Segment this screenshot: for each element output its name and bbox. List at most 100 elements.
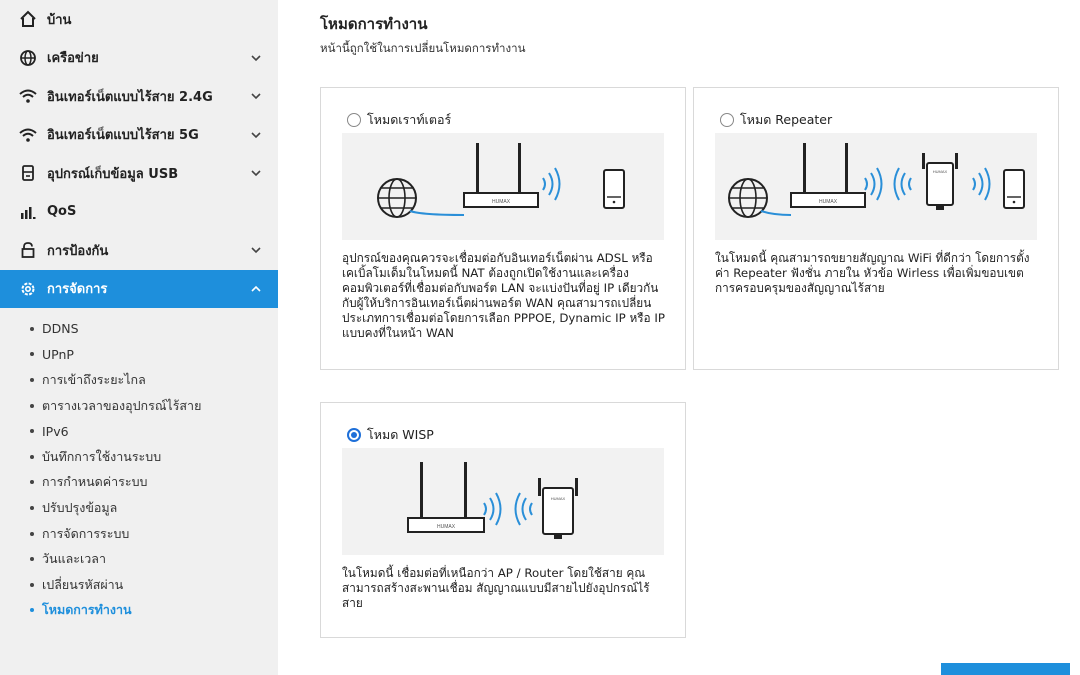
sidebar-item-usb-storage[interactable]: อุปกรณ์เก็บข้อมูล USB [0, 154, 278, 193]
router-brand: HUMAX [819, 199, 838, 205]
submenu-item-system-log[interactable]: บันทึกการใช้งานระบบ [0, 444, 278, 470]
radio-label: โหมด WISP [367, 427, 434, 442]
management-submenu: DDNS UPnP การเข้าถึงระยะไกล ตารางเวลาของ… [0, 308, 278, 640]
apply-button[interactable] [941, 663, 1070, 675]
radio-label: โหมด Repeater [740, 112, 833, 127]
submenu-label: โหมดการทำงาน [42, 602, 132, 618]
radio-router-mode[interactable]: โหมดเราท์เตอร์ [347, 110, 451, 130]
bullet [30, 480, 34, 485]
usb-storage-icon [18, 163, 38, 183]
bullet [30, 582, 34, 587]
router-icon: HUMAX [407, 462, 485, 533]
submenu-item-system-management[interactable]: การจัดการระบบ [0, 521, 278, 547]
bullet [30, 608, 34, 613]
bullet [30, 531, 34, 536]
submenu-label: การเข้าถึงระยะไกล [42, 371, 146, 387]
submenu-label: เปลี่ยนรหัสผ่าน [42, 576, 124, 592]
sidebar-item-label: การจัดการ [47, 282, 108, 298]
mode-description: ในโหมดนี้ เชื่อมต่อที่เหนือกว่า AP / Rou… [342, 566, 650, 610]
mode-card-router[interactable]: โหมดเราท์เตอร์ HUMAX อุปกรณ์ของคุณควรจะเ… [320, 87, 686, 370]
sidebar-item-label: อุปกรณ์เก็บข้อมูล USB [47, 166, 179, 182]
submenu-label: บันทึกการใช้งานระบบ [42, 448, 162, 464]
submenu-label: การจัดการระบบ [42, 525, 130, 541]
bullet [30, 352, 34, 357]
submenu-label: วันและเวลา [42, 551, 106, 567]
submenu-item-wireless-schedule[interactable]: ตารางเวลาของอุปกรณ์ไร้สาย [0, 393, 278, 419]
wifi-icon [18, 86, 38, 106]
bullet [30, 557, 34, 562]
repeater-icon: HUMAX [922, 153, 958, 210]
radio-repeater-mode[interactable]: โหมด Repeater [720, 110, 832, 130]
mode-card-wisp[interactable]: โหมด WISP HUMAX HUMAX ในโหมดนี้ เชื่อมต่… [320, 402, 686, 638]
router-brand: HUMAX [437, 524, 456, 530]
repeater-brand: HUMAX [551, 496, 566, 501]
chevron-down-icon [251, 247, 261, 254]
submenu-item-date-time[interactable]: วันและเวลา [0, 546, 278, 572]
device-icon [603, 169, 625, 209]
sidebar-item-wireless-24g[interactable]: อินเทอร์เน็ตแบบไร้สาย 2.4G [0, 77, 278, 116]
sidebar-item-network[interactable]: เครือข่าย [0, 39, 278, 78]
bullet [30, 454, 34, 459]
sidebar-item-qos[interactable]: QoS [0, 193, 278, 232]
submenu-item-ipv6[interactable]: IPv6 [0, 418, 278, 444]
sidebar-item-label: การป้องกัน [47, 243, 109, 259]
signal-waves-icon [483, 492, 502, 526]
submenu-item-remote-access[interactable]: การเข้าถึงระยะไกล [0, 367, 278, 393]
sidebar-item-label: QoS [47, 204, 77, 220]
page-title: โหมดการทำงาน [320, 15, 428, 33]
mode-card-repeater[interactable]: โหมด Repeater HUMAX HUMAX ในโหมดนี้ คุณส… [693, 87, 1059, 370]
main-content: โหมดการทำงาน หน้านี้ถูกใช้ในการเปลี่ยนโห… [278, 0, 1080, 675]
sidebar-item-label: อินเทอร์เน็ตแบบไร้สาย 2.4G [47, 89, 213, 105]
router-icon: HUMAX [790, 143, 866, 208]
chevron-down-icon [251, 170, 261, 177]
signal-waves-icon [972, 167, 991, 201]
repeater-mode-illustration: HUMAX HUMAX [715, 133, 1037, 240]
submenu-label: ปรับปรุงข้อมูล [42, 499, 118, 515]
submenu-label: DDNS [42, 321, 79, 337]
signal-waves-icon [864, 167, 883, 201]
chevron-up-icon [251, 285, 261, 292]
submenu-item-system-config[interactable]: การกำหนดค่าระบบ [0, 470, 278, 496]
radio-button[interactable] [347, 113, 361, 127]
gear-icon [18, 279, 38, 299]
home-icon [18, 9, 38, 29]
router-mode-illustration: HUMAX [342, 133, 664, 240]
globe-icon [18, 48, 38, 68]
wifi-icon [18, 125, 38, 145]
submenu-item-operation-mode[interactable]: โหมดการทำงาน [0, 598, 278, 624]
sidebar-item-label: อินเทอร์เน็ตแบบไร้สาย 5G [47, 128, 199, 144]
router-brand: HUMAX [492, 199, 511, 205]
submenu-item-update[interactable]: ปรับปรุงข้อมูล [0, 495, 278, 521]
sidebar-item-management[interactable]: การจัดการ [0, 269, 278, 308]
submenu-item-change-password[interactable]: เปลี่ยนรหัสผ่าน [0, 572, 278, 598]
device-icon [1003, 169, 1025, 209]
signal-waves-icon [542, 167, 561, 201]
sidebar-item-wireless-5g[interactable]: อินเทอร์เน็ตแบบไร้สาย 5G [0, 116, 278, 155]
mode-description: ในโหมดนี้ คุณสามารถขยายสัญญาณ WiFi ที่ดี… [715, 251, 1030, 295]
sidebar-item-home[interactable]: บ้าน [0, 0, 278, 39]
bullet [30, 505, 34, 510]
bullet [30, 429, 34, 434]
sidebar: บ้าน เครือข่าย อินเทอร์เน็ตแบบไร้สาย 2.4… [0, 0, 278, 675]
bullet [30, 377, 34, 382]
page-description: หน้านี้ถูกใช้ในการเปลี่ยนโหมดการทำงาน [320, 41, 526, 55]
submenu-item-ddns[interactable]: DDNS [0, 316, 278, 342]
radio-wisp-mode[interactable]: โหมด WISP [347, 425, 434, 445]
sidebar-item-label: เครือข่าย [47, 51, 99, 67]
bullet [30, 403, 34, 408]
submenu-label: UPnP [42, 346, 74, 362]
submenu-label: ตารางเวลาของอุปกรณ์ไร้สาย [42, 397, 202, 413]
wisp-mode-illustration: HUMAX HUMAX [342, 448, 664, 555]
chevron-down-icon [251, 132, 261, 138]
mode-description: อุปกรณ์ของคุณควรจะเชื่อมต่อกับอินเทอร์เน… [342, 251, 665, 340]
lock-icon [18, 240, 38, 260]
repeater-brand: HUMAX [933, 169, 948, 174]
signal-waves-icon [514, 492, 533, 526]
radio-button[interactable] [347, 428, 361, 442]
sidebar-item-label: บ้าน [47, 12, 72, 28]
submenu-item-upnp[interactable]: UPnP [0, 342, 278, 368]
qos-bars-icon [18, 202, 38, 222]
radio-button[interactable] [720, 113, 734, 127]
repeater-icon: HUMAX [538, 478, 578, 539]
sidebar-item-security[interactable]: การป้องกัน [0, 231, 278, 270]
